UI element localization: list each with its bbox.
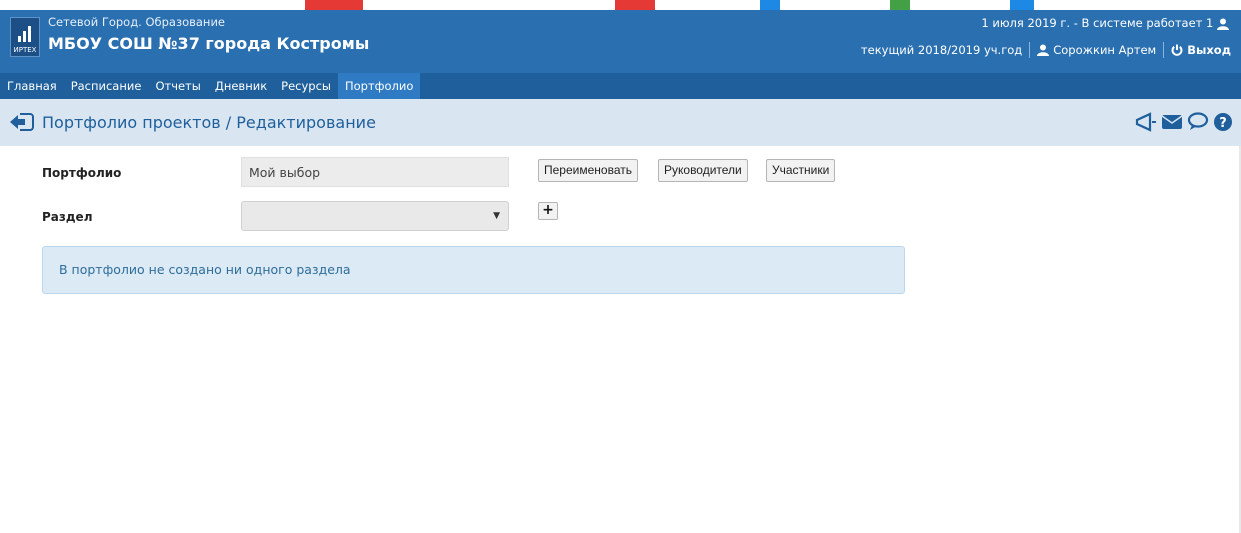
divider	[1029, 42, 1031, 58]
status-text: 1 июля 2019 г. - В системе работает 1	[981, 16, 1214, 30]
logout-button[interactable]: Выход	[1171, 43, 1231, 57]
envelope-icon[interactable]	[1161, 112, 1183, 132]
rename-button[interactable]: Переименовать	[538, 159, 638, 182]
school-name: МБОУ СОШ №37 города Костромы	[48, 34, 370, 53]
user-link[interactable]: Сорожкин Артем	[1037, 43, 1156, 57]
logout-label: Выход	[1187, 43, 1231, 57]
logo-text: ИРТЕХ	[13, 46, 37, 54]
svg-text:?: ?	[1219, 116, 1227, 131]
page-title: Портфолио проектов / Редактирование	[42, 113, 376, 132]
school-year[interactable]: текущий 2018/2019 уч.год	[861, 43, 1022, 57]
nav-item-schedule[interactable]: Расписание	[64, 73, 149, 99]
app-header: ИРТЕХ Сетевой Город. Образование МБОУ СО…	[0, 10, 1241, 73]
users-online-icon[interactable]	[1217, 18, 1231, 30]
system-status: 1 июля 2019 г. - В системе работает 1	[981, 16, 1231, 30]
nav-item-home[interactable]: Главная	[0, 73, 64, 99]
main-nav: Главная Расписание Отчеты Дневник Ресурс…	[0, 73, 1241, 99]
user-name: Сорожкин Артем	[1053, 43, 1157, 57]
nav-item-resources[interactable]: Ресурсы	[274, 73, 338, 99]
user-panel: текущий 2018/2019 уч.год Сорожкин Артем …	[861, 42, 1231, 58]
portfolio-name-field[interactable]: Мой выбор	[241, 157, 509, 187]
add-section-button[interactable]: +	[538, 202, 558, 220]
participants-button[interactable]: Участники	[766, 159, 836, 182]
nav-item-reports[interactable]: Отчеты	[148, 73, 207, 99]
question-icon[interactable]: ?	[1213, 112, 1233, 132]
portfolio-label: Портфолио	[42, 166, 122, 180]
chevron-down-icon: ▼	[493, 211, 500, 221]
megaphone-icon[interactable]	[1135, 112, 1157, 132]
arrow-left-icon[interactable]	[10, 112, 34, 132]
irtech-logo-icon[interactable]: ИРТЕХ	[10, 17, 40, 57]
toolbar-icons: ?	[1135, 112, 1233, 132]
user-icon	[1037, 44, 1050, 56]
nav-item-portfolio[interactable]: Портфолио	[337, 73, 421, 99]
section-label: Раздел	[42, 210, 93, 224]
power-icon	[1171, 44, 1183, 56]
managers-button[interactable]: Руководители	[658, 159, 748, 182]
divider	[1163, 42, 1165, 58]
page-titlebar: Портфолио проектов / Редактирование ?	[0, 99, 1241, 146]
section-select[interactable]: ▼	[241, 201, 509, 231]
brand-name: Сетевой Город. Образование	[48, 15, 226, 29]
top-decorative-strip	[0, 0, 1241, 10]
empty-sections-alert: В портфолио не создано ни одного раздела	[42, 246, 905, 294]
nav-item-diary[interactable]: Дневник	[208, 73, 274, 99]
chat-icon[interactable]	[1187, 112, 1209, 132]
